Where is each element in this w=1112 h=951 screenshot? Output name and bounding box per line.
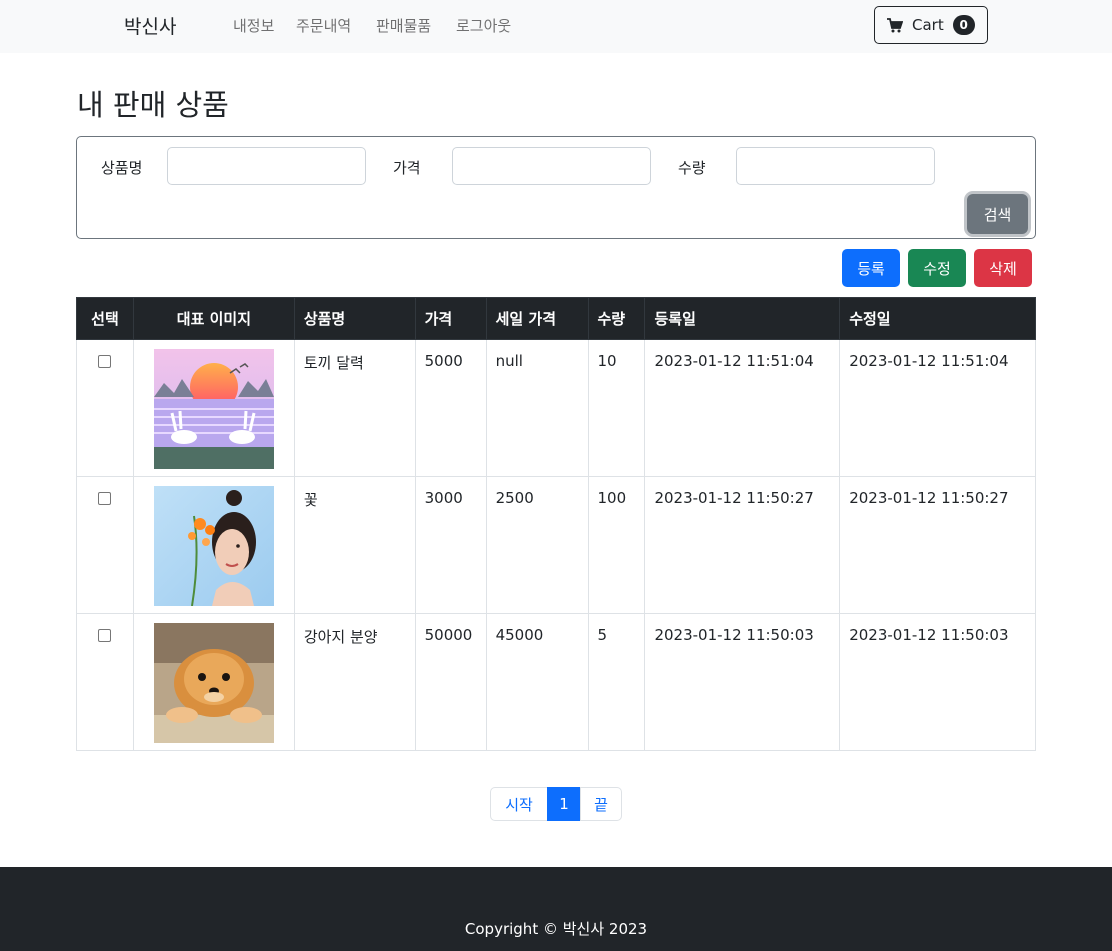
- puppy-image[interactable]: [153, 623, 274, 743]
- delete-button[interactable]: 삭제: [974, 249, 1032, 287]
- search-button[interactable]: 검색: [967, 194, 1028, 234]
- sale-price-cell: null: [485, 339, 589, 477]
- created-date-cell: 2023-01-12 11:51:04: [644, 339, 841, 477]
- column-header-quantity: 수량: [587, 297, 646, 340]
- created-date-cell: 2023-01-12 11:50:03: [644, 613, 841, 751]
- product-name-label: 상품명: [101, 159, 143, 177]
- cart-button[interactable]: Cart 0: [874, 6, 988, 44]
- column-header-select: 선택: [76, 297, 134, 340]
- shopping-cart-icon: [887, 17, 903, 32]
- page-current-link[interactable]: 1: [547, 787, 581, 821]
- cart-count-badge: 0: [952, 15, 975, 35]
- brand-logo[interactable]: 박신사: [124, 12, 176, 39]
- nav-link-my-info[interactable]: 내정보: [233, 15, 274, 36]
- footer: Copyright © 박신사 2023: [0, 867, 1112, 951]
- column-header-price: 가격: [414, 297, 487, 340]
- cart-label: Cart: [912, 16, 944, 34]
- column-header-created: 등록일: [644, 297, 841, 340]
- sale-price-cell: 2500: [485, 476, 589, 614]
- quantity-cell: 5: [587, 613, 646, 751]
- updated-date-cell: 2023-01-12 11:50:03: [839, 613, 1036, 751]
- woman-with-flower-image[interactable]: [153, 486, 274, 606]
- price-input[interactable]: [452, 147, 651, 185]
- updated-date-cell: 2023-01-12 11:51:04: [839, 339, 1036, 477]
- created-date-cell: 2023-01-12 11:50:27: [644, 476, 841, 614]
- column-header-updated: 수정일: [839, 297, 1036, 340]
- product-name-input[interactable]: [167, 147, 366, 185]
- rabbit-calendar-image[interactable]: [153, 349, 274, 469]
- image-cell: [132, 613, 295, 751]
- updated-date-cell: 2023-01-12 11:50:27: [839, 476, 1036, 614]
- nav-link-logout[interactable]: 로그아웃: [456, 15, 511, 36]
- price-cell: 5000: [414, 339, 487, 477]
- product-name-cell: 꽃: [293, 476, 416, 614]
- table-row[interactable]: 강아지 분양 50000 45000 5 2023-01-12 11:50:03…: [76, 613, 1036, 751]
- image-cell: [132, 339, 295, 477]
- price-label: 가격: [393, 159, 421, 177]
- navbar: 박신사 내정보 주문내역 판매물품 로그아웃 Cart 0: [0, 0, 1112, 53]
- select-cell: [76, 613, 134, 751]
- row-checkbox[interactable]: [98, 492, 112, 505]
- select-cell: [76, 476, 134, 614]
- product-name-cell: 토끼 달력: [293, 339, 416, 477]
- copyright-text: Copyright © 박신사 2023: [464, 920, 648, 938]
- column-header-image: 대표 이미지: [132, 297, 295, 340]
- register-button[interactable]: 등록: [842, 249, 900, 287]
- row-checkbox[interactable]: [98, 629, 112, 642]
- nav-link-orders[interactable]: 주문내역: [296, 15, 351, 36]
- table-row[interactable]: 꽃 3000 2500 100 2023-01-12 11:50:27 2023…: [76, 476, 1036, 614]
- price-cell: 50000: [414, 613, 487, 751]
- quantity-cell: 10: [587, 339, 646, 477]
- nav-link-sales[interactable]: 판매물품: [376, 15, 431, 36]
- price-cell: 3000: [414, 476, 487, 614]
- product-table: 선택 대표 이미지 상품명 가격 세일 가격 수량 등록일 수정일 토끼 달력 …: [76, 297, 1036, 751]
- image-cell: [132, 476, 295, 614]
- table-header-row: 선택 대표 이미지 상품명 가격 세일 가격 수량 등록일 수정일: [76, 297, 1036, 340]
- quantity-cell: 100: [587, 476, 646, 614]
- table-row[interactable]: 토끼 달력 5000 null 10 2023-01-12 11:51:04 2…: [76, 339, 1036, 477]
- product-name-cell: 강아지 분양: [293, 613, 416, 751]
- column-header-name: 상품명: [293, 297, 416, 340]
- search-form: 상품명 가격 수량 검색: [76, 136, 1036, 239]
- column-header-sale-price: 세일 가격: [485, 297, 589, 340]
- sale-price-cell: 45000: [485, 613, 589, 751]
- row-checkbox[interactable]: [98, 355, 112, 368]
- quantity-input[interactable]: [736, 147, 935, 185]
- page-first-link[interactable]: 시작: [490, 787, 548, 821]
- pagination: 시작 1 끝: [490, 787, 622, 821]
- page-last-link[interactable]: 끝: [580, 787, 622, 821]
- select-cell: [76, 339, 134, 477]
- quantity-label: 수량: [678, 159, 706, 177]
- modify-button[interactable]: 수정: [908, 249, 966, 287]
- page-title: 내 판매 상품: [77, 88, 229, 122]
